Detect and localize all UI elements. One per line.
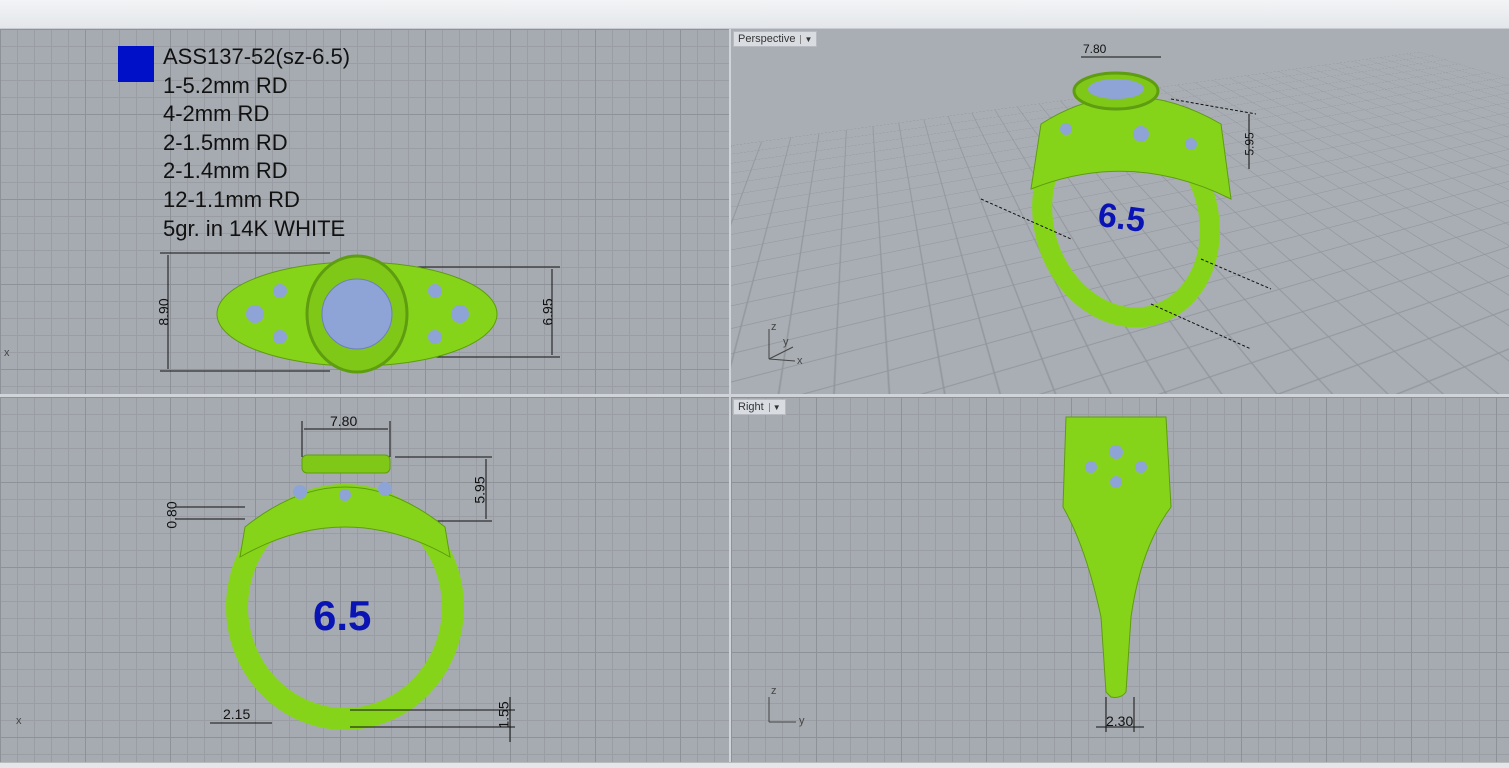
dim-side: 0.80 xyxy=(163,501,180,529)
dim-length: 8.90 xyxy=(155,298,172,326)
dim-width-top: 7.80 xyxy=(330,413,358,429)
dropdown-arrow-icon[interactable]: ▼ xyxy=(800,34,812,44)
axis-z-label: z xyxy=(771,685,777,697)
size-label: 6.5 xyxy=(313,592,372,639)
dim-height-top: 5.95 xyxy=(1242,132,1257,156)
axis-y-label: y xyxy=(799,715,805,727)
viewport-label-right[interactable]: Right ▼ xyxy=(733,399,786,415)
toolbar xyxy=(0,0,1509,29)
viewport-perspective[interactable]: 7.80 5.95 6.5 Perspective ▼ z y x xyxy=(731,29,1509,394)
ring-right-view xyxy=(768,416,1172,732)
axis-y-label: y xyxy=(783,336,789,348)
viewport-title: Right xyxy=(738,401,764,413)
dim-shank-right: 2.30 xyxy=(1106,713,1134,729)
dim-height-top: 5.95 xyxy=(471,476,488,504)
axis-z-label: z xyxy=(771,321,777,333)
axis-x-label: x xyxy=(797,355,803,367)
viewport-right[interactable]: 2.30 Right ▼ z y xyxy=(731,397,1509,762)
dim-bottom: 1.55 xyxy=(495,701,512,729)
axis-x-label: x xyxy=(16,715,22,727)
viewport-title: Perspective xyxy=(738,33,796,45)
viewport-top[interactable]: ASS137-52(sz-6.5) 1-5.2mm RD 4-2mm RD 2-… xyxy=(0,29,729,394)
dim-shank-thickness: 2.15 xyxy=(223,706,251,722)
dim-width-shank: 6.95 xyxy=(539,298,556,326)
viewport-label-perspective[interactable]: Perspective ▼ xyxy=(733,31,818,47)
viewport-tabs[interactable] xyxy=(0,762,1509,768)
ring-top-view xyxy=(160,252,560,374)
size-label: 6.5 xyxy=(1095,195,1148,241)
ring-front-view xyxy=(175,421,515,742)
axis-x-label: x xyxy=(4,347,10,359)
viewport-front[interactable]: 7.80 5.95 0.80 2.15 1.55 6.5 x xyxy=(0,397,729,762)
dropdown-arrow-icon[interactable]: ▼ xyxy=(768,402,781,412)
dim-width-top: 7.80 xyxy=(1083,42,1107,56)
